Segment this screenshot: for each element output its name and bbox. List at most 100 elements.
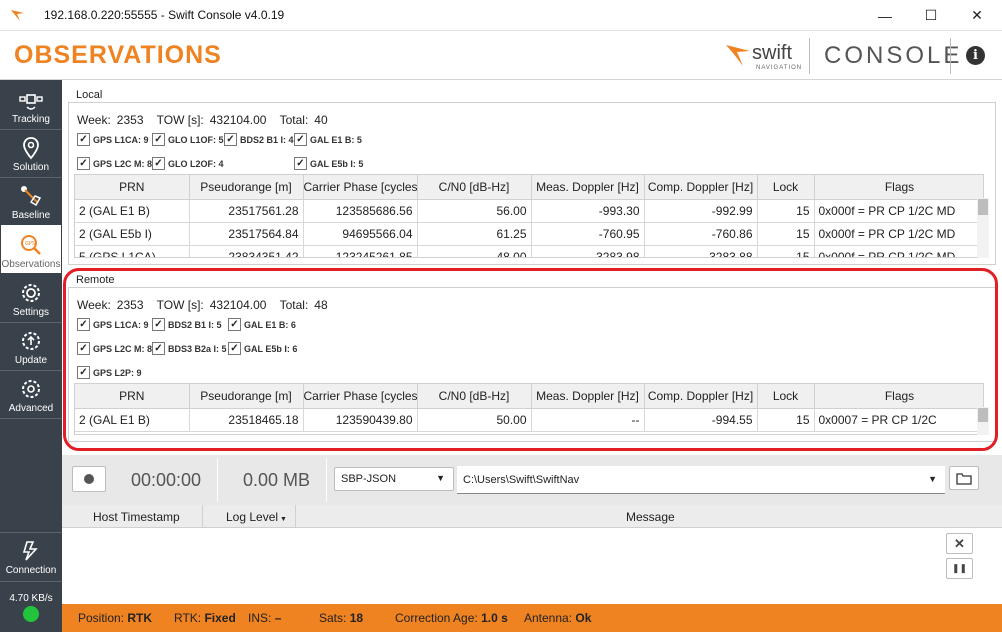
brand-subtitle: NAVIGATION [756, 65, 803, 71]
nav-separator [0, 418, 62, 419]
format-value: SBP-JSON [341, 473, 397, 485]
local-total: 40 [314, 113, 328, 127]
app-header: OBSERVATIONS swift NAVIGATION CONSOLE i [0, 31, 1002, 80]
chevron-down-icon: ▼ [436, 473, 445, 483]
console-wordmark: CONSOLE [824, 42, 963, 69]
scrollbar-thumb[interactable] [978, 199, 988, 215]
minimize-button[interactable]: — [862, 0, 908, 31]
local-check-gps-l2cm[interactable]: ✓ GPS L2C M: 8 [77, 157, 152, 170]
col-comp-doppler[interactable]: Comp. Doppler [Hz] [644, 175, 758, 200]
local-check-gal-e5b[interactable]: ✓ GAL E5b I: 5 [294, 157, 363, 170]
pause-log-button[interactable]: ❚❚ [946, 558, 973, 579]
gear-icon [22, 284, 40, 302]
checkbox-checked-icon: ✓ [77, 133, 90, 146]
swift-logo-icon [11, 10, 24, 21]
browse-folder-button[interactable] [949, 466, 979, 490]
info-icon[interactable]: i [966, 46, 985, 65]
cell-lock: 15 [757, 222, 815, 246]
connection-status-indicator [23, 606, 39, 622]
advanced-gear-icon [22, 380, 40, 398]
baseline-icon [21, 186, 42, 207]
cell-prn: 5 (GPS L1CA) [75, 245, 190, 257]
close-window-button[interactable]: ✕ [954, 0, 1000, 31]
table-row[interactable]: 5 (GPS L1CA) 23834351.42 123245261.85 48… [75, 245, 983, 257]
local-check-glo-l1of[interactable]: ✓ GLO L1OF: 5 [152, 133, 224, 146]
observations-icon: GPS [21, 235, 41, 255]
local-observations-table[interactable]: PRN Pseudorange [m] Carrier Phase [cycle… [74, 174, 984, 258]
local-check-gps-l1ca[interactable]: ✓ GPS L1CA: 9 [77, 133, 149, 146]
maximize-button[interactable]: ☐ [908, 0, 954, 31]
col-divider [295, 505, 296, 528]
nav-connection[interactable]: Connection [1, 533, 61, 579]
nav-tracking-label: Tracking [12, 114, 50, 125]
col-prn[interactable]: PRN [75, 175, 190, 200]
sidebar: Tracking Solution Baseline GPS Observati… [0, 80, 62, 632]
log-path-value: C:\Users\Swift\SwiftNav [463, 473, 580, 486]
nav-baseline[interactable]: Baseline [1, 178, 61, 224]
status-rtk: RTK: Fixed [174, 611, 236, 625]
nav-settings[interactable]: Settings [1, 275, 61, 321]
cell-carrier-phase: 123245261.85 [303, 245, 418, 257]
recording-bar: 00:00:00 0.00 MB SBP-JSON ▼ C:\Users\Swi… [62, 455, 1002, 505]
local-week-label: Week: [77, 113, 111, 127]
status-position: Position: RTK [78, 611, 152, 625]
col-meas-doppler[interactable]: Meas. Doppler [Hz] [531, 175, 645, 200]
col-carrier-phase[interactable]: Carrier Phase [cycles] [303, 175, 418, 200]
checkbox-checked-icon: ✓ [77, 157, 90, 170]
col-log-level[interactable]: Log Level ▼ [226, 510, 287, 524]
log-area[interactable] [62, 528, 1002, 604]
col-pseudorange[interactable]: Pseudorange [m] [189, 175, 304, 200]
status-ins-label: INS: [248, 611, 272, 625]
table-row[interactable]: 2 (GAL E1 B) 23517561.28 123585686.56 56… [75, 199, 983, 223]
data-rate: 4.70 KB/s [9, 593, 53, 604]
nav-update[interactable]: Update [1, 323, 61, 369]
col-host-timestamp[interactable]: Host Timestamp [93, 510, 180, 524]
record-icon [84, 474, 94, 484]
cell-lock: 15 [757, 199, 815, 223]
cell-cn0: 61.25 [417, 222, 532, 246]
status-corr-label: Correction Age: [395, 611, 478, 625]
local-check-glo-l2of[interactable]: ✓ GLO L2OF: 4 [152, 157, 224, 170]
nav-solution[interactable]: Solution [1, 130, 61, 176]
log-path-input[interactable]: C:\Users\Swift\SwiftNav ▼ [457, 466, 945, 494]
cell-meas-doppler: -760.95 [531, 222, 645, 246]
local-table-scrollbar[interactable] [977, 198, 989, 258]
satellite-icon [19, 94, 43, 110]
recording-time: 00:00:00 [131, 470, 202, 490]
check-label: BDS2 B1 I: 4 [240, 134, 294, 145]
check-label: GLO L2OF: 4 [168, 158, 224, 169]
format-dropdown[interactable]: SBP-JSON ▼ [334, 467, 454, 491]
connection-icon [22, 541, 38, 561]
window-title-bar[interactable]: 192.168.0.220:55555 - Swift Console v4.0… [0, 0, 1002, 31]
col-message[interactable]: Message [626, 510, 675, 524]
nav-observations[interactable]: GPS Observations [1, 225, 61, 273]
record-button[interactable] [72, 466, 106, 492]
clear-log-button[interactable]: ✕ [946, 533, 973, 554]
local-check-gal-e1b[interactable]: ✓ GAL E1 B: 5 [294, 133, 362, 146]
cell-cn0: 56.00 [417, 199, 532, 223]
nav-baseline-label: Baseline [11, 210, 51, 221]
recbar-divider [326, 458, 327, 502]
nav-separator [0, 581, 62, 582]
col-lock[interactable]: Lock [757, 175, 815, 200]
window-title: 192.168.0.220:55555 - Swift Console v4.0… [44, 8, 285, 22]
nav-tracking[interactable]: Tracking [1, 82, 61, 128]
cell-pseudorange: 23834351.42 [189, 245, 304, 257]
log-table-header: Host Timestamp Log Level ▼ Message [62, 505, 1002, 528]
nav-solution-label: Solution [12, 162, 50, 173]
status-sats-label: Sats: [319, 611, 347, 625]
cell-comp-doppler: 3283.88 [644, 245, 758, 257]
col-cn0[interactable]: C/N0 [dB-Hz] [417, 175, 532, 200]
page-title: OBSERVATIONS [14, 41, 222, 69]
nav-advanced[interactable]: Advanced [1, 371, 61, 417]
cell-meas-doppler: -993.30 [531, 199, 645, 223]
cell-prn: 2 (GAL E5b I) [75, 222, 190, 246]
col-flags[interactable]: Flags [814, 175, 983, 200]
nav-connection-label: Connection [5, 565, 57, 576]
checkbox-checked-icon: ✓ [294, 133, 307, 146]
checkbox-checked-icon: ✓ [294, 157, 307, 170]
local-check-bds2-b1[interactable]: ✓ BDS2 B1 I: 4 [224, 133, 294, 146]
cell-meas-doppler: 3283.98 [531, 245, 645, 257]
table-row[interactable]: 2 (GAL E5b I) 23517564.84 94695566.04 61… [75, 222, 983, 246]
nav-observations-label: Observations [1, 259, 61, 270]
